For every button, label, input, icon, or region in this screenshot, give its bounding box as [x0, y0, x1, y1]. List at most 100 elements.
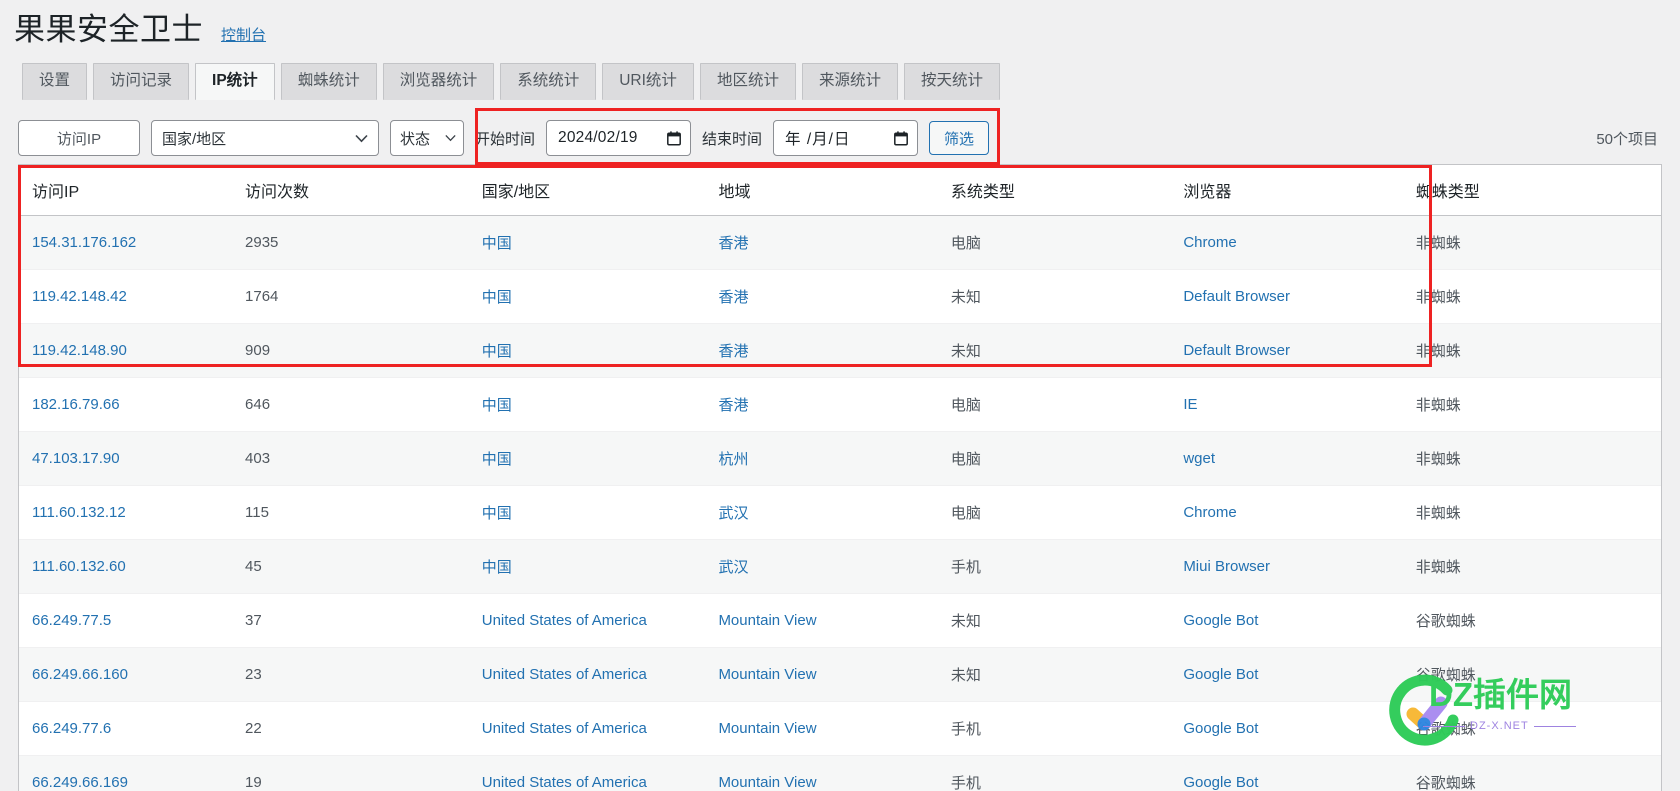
country-cell-text: 中国	[481, 289, 512, 306]
browser-cell[interactable]: Default Browser	[1183, 269, 1416, 324]
browser-cell[interactable]: Default Browser	[1183, 323, 1416, 378]
ip-cell[interactable]: 154.31.176.162	[19, 215, 246, 270]
country-cell[interactable]: United States of America	[481, 701, 719, 756]
country-cell[interactable]: 中国	[481, 539, 719, 594]
console-link[interactable]: 控制台	[221, 24, 266, 45]
calendar-icon[interactable]	[667, 130, 681, 146]
region-cell-text: 香港	[718, 343, 749, 360]
browser-cell[interactable]: Google Bot	[1183, 647, 1416, 702]
ip-cell[interactable]: 47.103.17.90	[19, 431, 246, 486]
region-cell[interactable]: 杭州	[718, 431, 951, 486]
spider-cell-text: 谷歌蜘蛛	[1415, 667, 1476, 684]
ip-cell[interactable]: 66.249.77.5	[19, 593, 246, 648]
search-ip-input[interactable]: 访问IP	[18, 120, 140, 156]
region-cell[interactable]: 武汉	[718, 539, 951, 594]
country-cell[interactable]: 中国	[481, 377, 719, 432]
table-row: 47.103.17.90 403 中国 杭州 电脑 wget 非蜘蛛	[19, 431, 1661, 486]
end-date-value: 年 /月/日	[785, 131, 851, 148]
ip-cell[interactable]: 119.42.148.42	[19, 269, 246, 324]
column-header-6: 蜘蛛类型	[1415, 165, 1661, 216]
ip-cell[interactable]: 111.60.132.12	[19, 485, 246, 540]
tab-1[interactable]: 访问记录	[93, 63, 190, 100]
tab-9[interactable]: 按天统计	[903, 63, 1000, 100]
country-cell-text: 中国	[481, 559, 512, 576]
country-cell[interactable]: 中国	[481, 215, 719, 270]
spider-cell-text: 非蜘蛛	[1415, 289, 1461, 306]
ip-cell-text: 47.103.17.90	[32, 450, 120, 467]
page-title: 果果安全卫士	[14, 12, 203, 47]
browser-cell[interactable]: Google Bot	[1183, 755, 1416, 791]
region-cell-text: 武汉	[718, 505, 749, 522]
ip-cell[interactable]: 182.16.79.66	[19, 377, 246, 432]
tab-8[interactable]: 来源统计	[801, 63, 898, 100]
spider-cell-text: 谷歌蜘蛛	[1415, 721, 1476, 738]
tab-6[interactable]: URI统计	[602, 63, 694, 100]
calendar-icon[interactable]	[894, 130, 908, 146]
visits-cell: 2935	[245, 215, 482, 270]
region-cell[interactable]: 武汉	[718, 485, 951, 540]
ip-cell-text: 111.60.132.60	[32, 558, 126, 575]
tab-5[interactable]: 系统统计	[500, 63, 597, 100]
ip-cell[interactable]: 111.60.132.60	[19, 539, 246, 594]
region-cell[interactable]: 香港	[718, 215, 951, 270]
visits-cell-text: 19	[245, 774, 262, 791]
country-cell[interactable]: 中国	[481, 485, 719, 540]
filter-button[interactable]: 筛选	[929, 121, 990, 155]
region-cell[interactable]: Mountain View	[718, 647, 951, 702]
region-cell-text: Mountain View	[718, 720, 817, 737]
column-header-4: 系统类型	[950, 165, 1184, 216]
country-cell[interactable]: 中国	[481, 431, 719, 486]
table-row: 119.42.148.90 909 中国 香港 未知 Default Browser 非蜘蛛	[19, 323, 1661, 378]
visits-cell-text: 403	[245, 450, 271, 467]
page-header: 果果安全卫士 控制台	[14, 14, 266, 45]
region-cell-text: Mountain View	[718, 612, 817, 629]
visits-cell-text: 2935	[245, 234, 279, 251]
column-header-5: 浏览器	[1183, 165, 1416, 216]
country-cell-text: United States of America	[481, 612, 647, 629]
browser-cell[interactable]: Google Bot	[1183, 701, 1416, 756]
browser-cell[interactable]: Google Bot	[1183, 593, 1416, 648]
status-select[interactable]: 状态	[390, 120, 464, 156]
browser-cell-text: Default Browser	[1183, 342, 1291, 359]
region-cell[interactable]: 香港	[718, 269, 951, 324]
table-row: 111.60.132.12 115 中国 武汉 电脑 Chrome 非蜘蛛	[19, 485, 1661, 540]
browser-cell[interactable]: Miui Browser	[1183, 539, 1416, 594]
browser-cell[interactable]: Chrome	[1183, 485, 1416, 540]
country-cell[interactable]: 中国	[481, 323, 719, 378]
browser-cell-text: IE	[1183, 396, 1198, 413]
ip-cell[interactable]: 66.249.66.169	[19, 755, 246, 791]
tab-2[interactable]: IP统计	[195, 63, 275, 100]
tab-0[interactable]: 设置	[22, 63, 88, 100]
region-cell[interactable]: Mountain View	[718, 701, 951, 756]
start-date-input[interactable]: 2024/02/19	[546, 120, 692, 156]
tab-7[interactable]: 地区统计	[699, 63, 796, 100]
end-date-input[interactable]: 年 /月/日	[773, 120, 919, 156]
region-cell[interactable]: 香港	[718, 377, 951, 432]
ip-cell[interactable]: 66.249.66.160	[19, 647, 246, 702]
region-cell[interactable]: 香港	[718, 323, 951, 378]
ip-cell[interactable]: 119.42.148.90	[19, 323, 246, 378]
ip-stats-table-container: 访问IP 访问次数 国家/地区 地域 系统类型 浏览器 蜘蛛类型 154.31.176.16…	[18, 164, 1662, 791]
region-cell[interactable]: Mountain View	[718, 755, 951, 791]
spider-cell-text: 非蜘蛛	[1415, 343, 1461, 360]
country-cell[interactable]: United States of America	[481, 593, 719, 648]
country-cell[interactable]: United States of America	[481, 647, 719, 702]
os-cell-text: 手机	[950, 721, 981, 738]
country-cell[interactable]: 中国	[481, 269, 719, 324]
browser-cell[interactable]: Chrome	[1183, 215, 1416, 270]
os-cell-text: 电脑	[950, 235, 981, 252]
country-cell-text: 中国	[481, 397, 512, 414]
tab-3[interactable]: 蜘蛛统计	[280, 63, 377, 100]
browser-cell[interactable]: wget	[1183, 431, 1416, 486]
country-cell-text: United States of America	[481, 720, 647, 737]
country-cell[interactable]: United States of America	[481, 755, 719, 791]
spider-cell: 谷歌蜘蛛	[1415, 593, 1661, 648]
region-cell[interactable]: Mountain View	[718, 593, 951, 648]
browser-cell[interactable]: IE	[1183, 377, 1416, 432]
tab-4[interactable]: 浏览器统计	[382, 63, 495, 100]
page-root: 果果安全卫士 控制台 设置 访问记录 IP统计 蜘蛛统计 浏览器统计 系统统计 URI统计地…	[0, 0, 1680, 791]
ip-cell[interactable]: 66.249.77.6	[19, 701, 246, 756]
country-select[interactable]: 国家/地区	[151, 120, 379, 156]
spider-cell: 非蜘蛛	[1415, 485, 1661, 540]
os-cell-text: 手机	[950, 775, 981, 791]
